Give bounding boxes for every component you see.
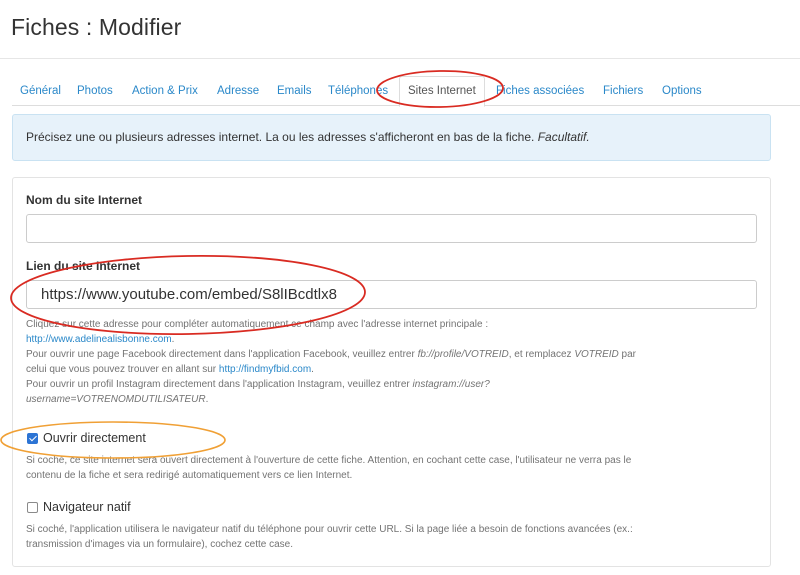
native-browser-row[interactable]: Navigateur natif	[27, 500, 131, 514]
site-name-label: Nom du site Internet	[26, 193, 143, 207]
native-browser-checkbox[interactable]	[27, 501, 38, 513]
info-text: Précisez une ou plusieurs adresses inter…	[26, 130, 590, 144]
tab-adresse[interactable]: Adresse	[217, 76, 259, 106]
info-optional: Facultatif.	[537, 130, 590, 144]
findmyfbid-link[interactable]: http://findmyfbid.com	[219, 364, 311, 375]
instagram-scheme: instagram://user?	[412, 379, 490, 390]
help-facebook-text: Pour ouvrir une page Facebook directemen…	[26, 349, 418, 360]
tab-emails[interactable]: Emails	[277, 76, 312, 106]
native-browser-help-1: Si coché, l'application utilisera le nav…	[26, 524, 633, 535]
site-link-input[interactable]	[26, 280, 757, 309]
title-divider	[0, 58, 800, 59]
tab-fiches-associees[interactable]: Fiches associées	[496, 76, 584, 106]
tab-photos[interactable]: Photos	[77, 76, 113, 106]
site-link-help: Cliquez sur cette adresse pour compléter…	[26, 319, 636, 405]
open-direct-help-1: Si coché, ce site internet sera ouvert d…	[26, 455, 632, 466]
open-direct-label[interactable]: Ouvrir directement	[43, 431, 146, 445]
site-link-label: Lien du site Internet	[26, 259, 141, 273]
tab-sites-internet[interactable]: Sites Internet	[399, 76, 485, 107]
info-message: Précisez une ou plusieurs adresses inter…	[26, 130, 538, 144]
native-browser-label[interactable]: Navigateur natif	[43, 500, 131, 514]
facebook-id-placeholder: VOTREID	[574, 349, 619, 360]
open-direct-help-2: contenu de la fiche et sera redirigé aut…	[26, 470, 353, 481]
help-facebook-text-4: celui que vous pouvez trouver en allant …	[26, 364, 219, 375]
tab-general[interactable]: Général	[20, 76, 61, 106]
help-facebook-text-2: , et remplacez	[508, 349, 575, 360]
facebook-scheme: fb://profile/VOTREID	[417, 349, 509, 360]
tab-options[interactable]: Options	[662, 76, 702, 106]
tab-bar: Général Photos Action & Prix Adresse Ema…	[12, 76, 800, 107]
open-direct-help: Si coché, ce site internet sera ouvert d…	[26, 453, 756, 483]
tab-action-prix[interactable]: Action & Prix	[132, 76, 198, 106]
open-direct-row[interactable]: Ouvrir directement	[27, 431, 146, 445]
help-facebook-text-3: par	[618, 349, 636, 360]
tab-fichiers[interactable]: Fichiers	[603, 76, 643, 106]
open-direct-checkbox[interactable]	[27, 432, 38, 444]
page-title: Fiches : Modifier	[11, 14, 182, 40]
tab-telephones[interactable]: Téléphones	[328, 76, 388, 106]
native-browser-help-2: transmission d'images via un formulaire)…	[26, 539, 294, 550]
main-url-link[interactable]: http://www.adelinealisbonne.com	[26, 334, 172, 345]
site-name-input[interactable]	[26, 214, 757, 243]
help-instagram-text: Pour ouvrir un profil Instagram directem…	[26, 379, 413, 390]
info-alert: Précisez une ou plusieurs adresses inter…	[12, 114, 771, 161]
help-autofill-text: Cliquez sur cette adresse pour compléter…	[26, 319, 489, 330]
instagram-username-placeholder: username=VOTRENOMDUTILISATEUR	[26, 394, 206, 405]
native-browser-help: Si coché, l'application utilisera le nav…	[26, 522, 756, 552]
